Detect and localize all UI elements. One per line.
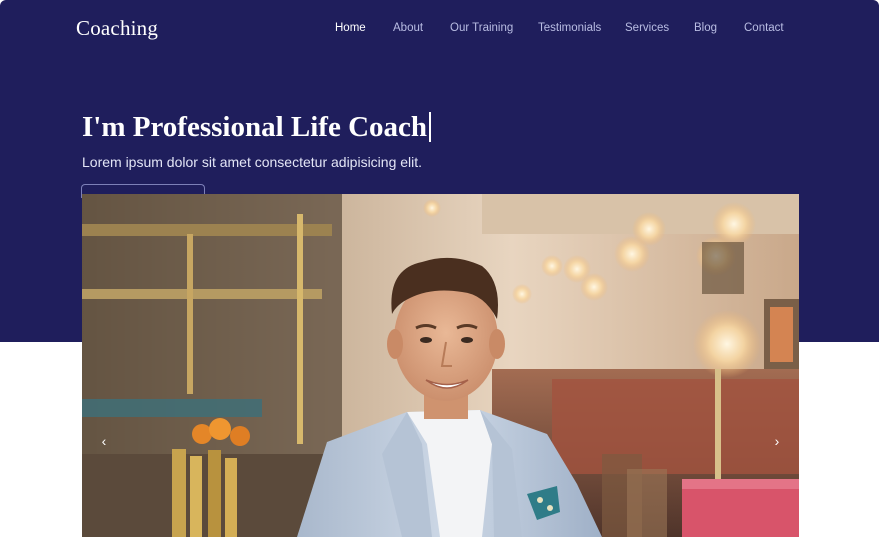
nav-our-training[interactable]: Our Training [450,22,513,34]
image-slider: ‹ › [82,194,799,537]
chevron-right-icon[interactable]: › [767,431,787,451]
hero-headline-text: I'm Professional Life Coach [82,111,428,143]
chevron-left-icon[interactable]: ‹ [94,431,114,451]
hero-headline: I'm Professional Life Coach [82,111,432,144]
nav-blog[interactable]: Blog [694,22,717,34]
nav-about[interactable]: About [393,22,423,34]
coach-photo [82,194,799,537]
main-nav: Home About Our Training Testimonials Ser… [0,22,879,38]
nav-testimonials[interactable]: Testimonials [538,22,601,34]
nav-home[interactable]: Home [335,22,366,34]
typing-cursor [429,112,432,142]
nav-contact[interactable]: Contact [744,22,784,34]
hero-subtext: Lorem ipsum dolor sit amet consectetur a… [82,154,423,170]
nav-services[interactable]: Services [625,22,669,34]
